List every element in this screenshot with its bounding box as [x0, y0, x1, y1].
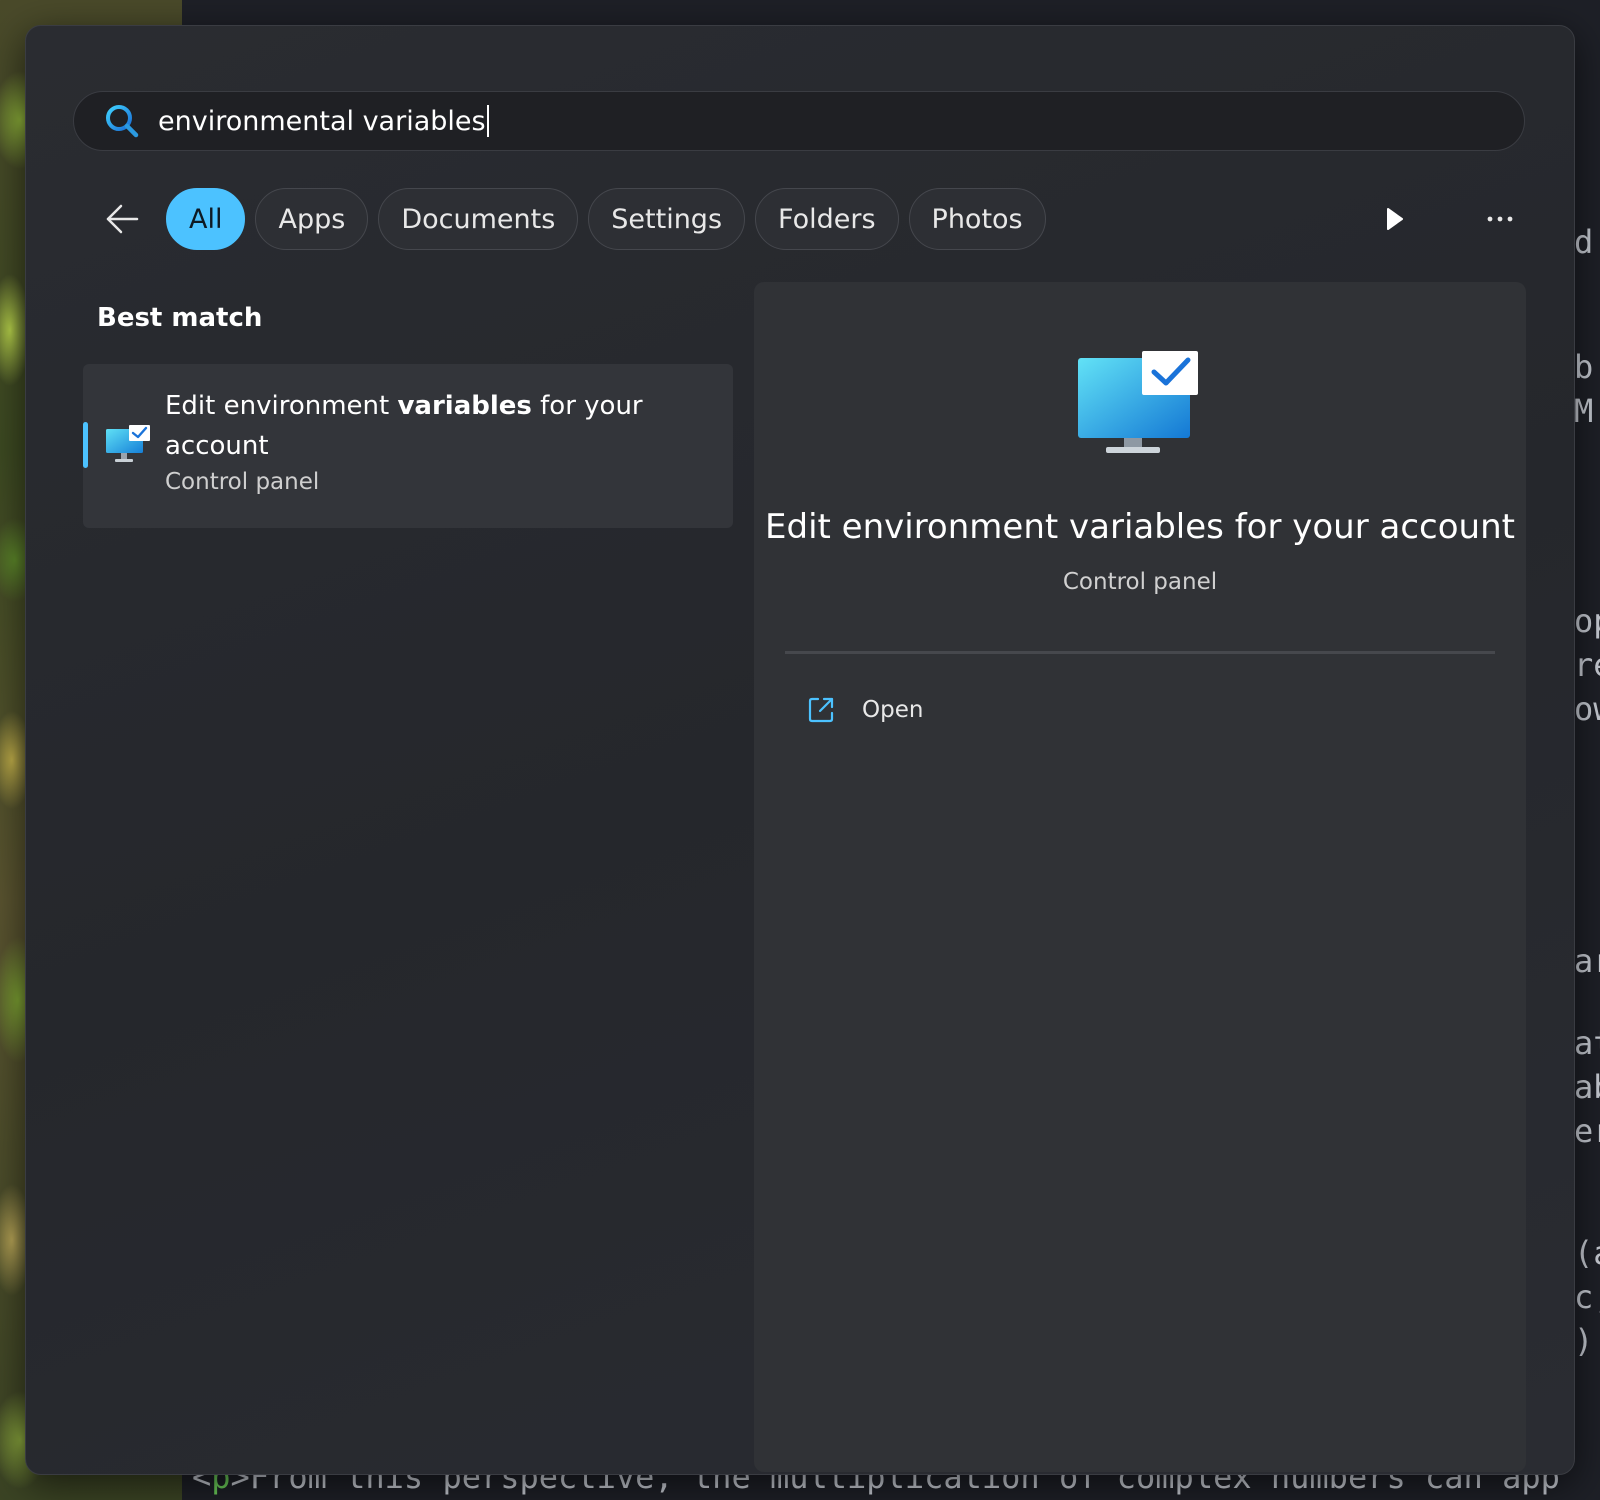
editor-fragment: er — [1574, 1112, 1600, 1150]
more-horizontal-icon — [1487, 216, 1513, 222]
arrow-left-icon — [106, 204, 139, 234]
editor-fragment: (a — [1574, 1234, 1600, 1272]
filter-pill-photos[interactable]: Photos — [908, 188, 1046, 250]
editor-fragment: ab — [1574, 1068, 1600, 1106]
selection-accent — [83, 422, 88, 468]
editor-fragment: b — [1574, 348, 1594, 386]
text-caret — [486, 105, 489, 137]
filter-pill-all[interactable]: All — [166, 188, 246, 250]
editor-fragment: d — [1574, 223, 1594, 261]
detail-title: Edit environment variables for your acco… — [765, 507, 1515, 547]
detail-divider — [785, 651, 1495, 654]
more-options-button[interactable] — [1474, 193, 1526, 245]
result-title-prefix: Edit environment — [165, 391, 398, 421]
filter-pill-apps[interactable]: Apps — [255, 188, 369, 250]
detail-subtitle: Control panel — [1062, 569, 1218, 595]
control-panel-monitor-large-icon — [1078, 351, 1198, 453]
search-icon — [102, 101, 142, 141]
detail-pane: Edit environment variables for your acco… — [754, 282, 1526, 1472]
editor-fragment: M — [1574, 392, 1594, 430]
editor-fragment: ar — [1574, 942, 1600, 980]
filter-bar: All Apps Documents Settings Folders Photos — [96, 187, 1526, 251]
filter-pill-settings[interactable]: Settings — [588, 188, 746, 250]
search-query[interactable]: environmental variables — [158, 105, 489, 137]
editor-fragment: op — [1574, 602, 1600, 640]
editor-fragment: ow — [1574, 690, 1600, 728]
editor-fragment: ) — [1574, 1322, 1594, 1360]
play-button[interactable] — [1368, 193, 1420, 245]
result-title: Edit environment variables for your acco… — [165, 386, 645, 466]
editor-fragment: at — [1574, 1024, 1600, 1062]
editor-fragment: c, — [1574, 1278, 1600, 1316]
filter-pill-documents[interactable]: Documents — [378, 188, 579, 250]
filter-pills: All Apps Documents Settings Folders Photos — [166, 188, 1056, 250]
open-action-label: Open — [862, 697, 924, 723]
search-flyout: environmental variables All Apps Documents… — [25, 25, 1575, 1475]
open-external-icon — [808, 697, 834, 723]
search-query-text: environmental variables — [158, 105, 486, 137]
control-panel-monitor-icon — [106, 425, 150, 462]
search-input[interactable]: environmental variables — [73, 91, 1525, 151]
editor-fragment: re — [1574, 646, 1600, 684]
result-title-match: variables — [397, 391, 532, 421]
open-action[interactable]: Open — [806, 690, 923, 730]
best-match-result[interactable]: Edit environment variables for your acco… — [83, 364, 733, 528]
play-icon — [1387, 208, 1403, 230]
best-match-heading: Best match — [97, 303, 263, 333]
result-subtitle: Control panel — [165, 469, 320, 495]
back-button[interactable] — [96, 193, 148, 245]
filter-pill-folders[interactable]: Folders — [755, 188, 899, 250]
